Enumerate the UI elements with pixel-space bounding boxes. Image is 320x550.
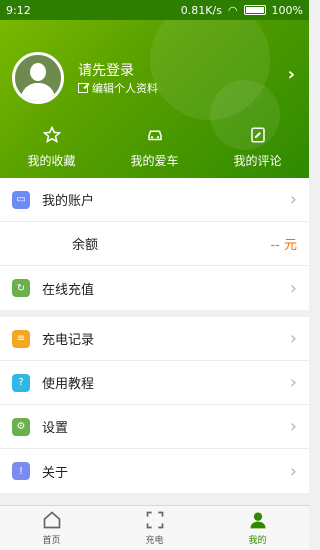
star-icon	[42, 126, 61, 143]
help-icon: ?	[12, 373, 30, 392]
nav-item-mine[interactable]: 我的	[206, 506, 309, 550]
recharge-icon: ↻	[12, 279, 30, 297]
avatar[interactable]	[12, 52, 64, 104]
chevron-right-icon: ›	[289, 460, 297, 482]
nav-label: 我的	[248, 536, 267, 546]
quick-action-comments[interactable]: 我的评论	[206, 126, 309, 172]
edit-profile-link[interactable]: 编辑个人资料	[78, 80, 158, 96]
nav-label: 充电	[145, 536, 164, 546]
network-speed: 0.81K/s	[180, 3, 222, 17]
status-time: 9:12	[6, 3, 31, 17]
menu-item-settings[interactable]: ⚙ 设置 ›	[0, 405, 309, 449]
profile-header: 请先登录 编辑个人资料 › 我的收藏 我的爱车 我的评论	[0, 20, 309, 178]
chevron-right-icon: ›	[289, 328, 297, 349]
menu-item-charge-records[interactable]: ≡ 充电记录 ›	[0, 317, 309, 361]
status-bar: 9:12 0.81K/s ◠ 100%	[0, 0, 309, 20]
comment-edit-icon	[250, 127, 265, 143]
my-account-label: 我的账户	[42, 194, 95, 209]
menu-section: ≡ 充电记录 › ? 使用教程 › ⚙ 设置 › ! 关于 ›	[0, 317, 309, 493]
car-icon	[147, 130, 162, 141]
wifi-icon: ◠	[227, 3, 238, 17]
avatar-body	[21, 83, 55, 101]
avatar-head	[30, 63, 46, 81]
chevron-right-icon: ›	[289, 416, 297, 437]
chevron-right-icon[interactable]: ›	[288, 64, 295, 85]
quick-action-label: 我的收藏	[27, 154, 76, 168]
login-prompt[interactable]: 请先登录	[78, 60, 134, 80]
quick-action-favorites[interactable]: 我的收藏	[0, 126, 103, 172]
nav-item-charge[interactable]: 充电	[103, 506, 206, 550]
my-account-row[interactable]: ▭ 我的账户 ›	[0, 178, 309, 222]
quick-actions: 我的收藏 我的爱车 我的评论	[0, 126, 309, 172]
nav-label: 首页	[42, 536, 61, 546]
nav-item-home[interactable]: 首页	[0, 506, 103, 550]
menu-item-tutorial[interactable]: ? 使用教程 ›	[0, 361, 309, 405]
online-recharge-row[interactable]: ↻ 在线充值 ›	[0, 266, 309, 310]
online-recharge-label: 在线充值	[42, 282, 95, 298]
balance-row: 余额 -- 元	[0, 222, 309, 266]
quick-action-label: 我的评论	[233, 154, 282, 168]
edit-icon	[78, 83, 88, 93]
settings-icon: ⚙	[12, 417, 30, 436]
balance-label: 余额	[72, 238, 99, 253]
quick-action-label: 我的爱车	[130, 154, 179, 168]
account-section: ▭ 我的账户 › 余额 -- 元 ↻ 在线充值 ›	[0, 178, 309, 310]
info-icon: !	[12, 462, 30, 480]
scan-icon	[146, 511, 163, 529]
chevron-right-icon: ›	[289, 277, 297, 299]
menu-item-about[interactable]: ! 关于 ›	[0, 449, 309, 493]
battery-level: 100%	[271, 3, 303, 17]
menu-item-label: 关于	[42, 465, 69, 481]
wallet-icon: ▭	[12, 190, 30, 209]
edit-profile-label: 编辑个人资料	[92, 82, 158, 95]
menu-item-label: 充电记录	[42, 333, 95, 348]
chevron-right-icon: ›	[289, 372, 297, 393]
record-icon: ≡	[12, 329, 30, 348]
menu-item-label: 使用教程	[42, 377, 95, 392]
bottom-nav: 首页 充电 我的	[0, 505, 309, 550]
home-icon	[43, 511, 60, 529]
balance-value: -- 元	[270, 238, 297, 253]
chevron-right-icon: ›	[289, 189, 297, 210]
quick-action-car[interactable]: 我的爱车	[103, 126, 206, 172]
menu-item-label: 设置	[42, 421, 69, 436]
user-icon	[250, 512, 265, 529]
battery-icon	[243, 5, 266, 15]
